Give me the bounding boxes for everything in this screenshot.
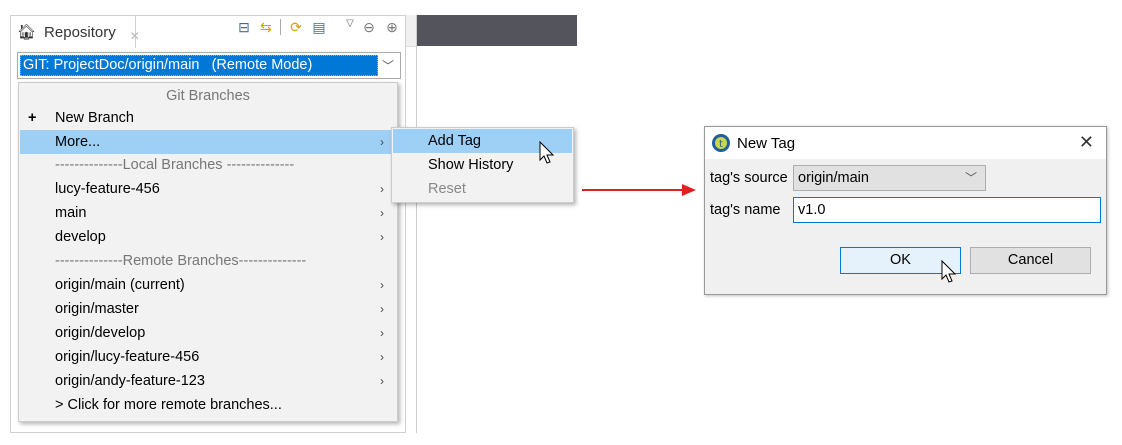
chevron-right-icon: › <box>380 302 384 316</box>
menu-item-label: origin/master <box>55 301 139 317</box>
branch-selector-value: GIT: ProjectDoc/origin/main (Remote Mode… <box>20 55 378 76</box>
separator-local-branches: --------------Local Branches -----------… <box>55 157 295 173</box>
menu-item-label: develop <box>55 229 106 245</box>
menu-item-branch[interactable]: origin/lucy-feature-456 › <box>20 345 396 369</box>
tag-source-value: origin/main <box>798 170 869 186</box>
svg-text:t: t <box>719 139 723 150</box>
chevron-right-icon: › <box>380 135 384 149</box>
chevron-right-icon: › <box>380 326 384 340</box>
menu-item-branch[interactable]: origin/develop › <box>20 321 396 345</box>
close-tab-icon[interactable]: ✕ <box>130 29 140 43</box>
menu-item-branch[interactable]: lucy-feature-456 › <box>20 177 396 201</box>
menu-item-label: origin/andy-feature-123 <box>55 373 205 389</box>
menu-item-branch[interactable]: origin/master › <box>20 297 396 321</box>
menu-item-label: lucy-feature-456 <box>55 181 160 197</box>
chevron-right-icon: › <box>380 230 384 244</box>
menu-item-more[interactable]: More... › <box>20 130 396 154</box>
branch-menu: Git Branches + New Branch More... › ------… <box>18 82 398 422</box>
new-tag-dialog: t New Tag ✕ tag's source origin/main ﹀ ta… <box>704 126 1107 295</box>
link-with-editor-icon[interactable]: ⇆ <box>257 19 275 36</box>
home-icon: 🏠︎ <box>17 24 37 41</box>
menu-item-label: origin/lucy-feature-456 <box>55 349 200 365</box>
filter-icon[interactable]: ▤ <box>310 19 328 36</box>
chevron-right-icon: › <box>380 350 384 364</box>
chevron-down-icon: ﹀ <box>964 171 977 185</box>
menu-item-branch[interactable]: main › <box>20 201 396 225</box>
tag-name-label: tag's name <box>710 202 781 218</box>
menu-item-label: origin/develop <box>55 325 146 341</box>
dialog-title: New Tag <box>737 134 796 152</box>
view-menu-icon[interactable]: ▽ <box>341 18 359 29</box>
tab-label: Repository <box>44 23 116 41</box>
editor-area <box>417 15 577 46</box>
tag-source-select[interactable]: origin/main ﹀ <box>793 165 986 191</box>
plus-icon: + <box>28 110 37 126</box>
chevron-right-icon: › <box>380 374 384 388</box>
tag-name-input[interactable] <box>793 197 1101 223</box>
close-icon[interactable]: ✕ <box>1079 132 1094 153</box>
dialog-title-bar: t New Tag ✕ <box>705 127 1106 159</box>
menu-item-reset: Reset <box>428 181 466 197</box>
menu-item-label: New Branch <box>55 110 134 126</box>
tab-repository[interactable]: 🏠︎ Repository ✕ <box>10 15 140 48</box>
chevron-right-icon: › <box>380 182 384 196</box>
arrow-icon <box>582 184 696 196</box>
chevron-down-icon: ﹀ <box>381 59 394 73</box>
menu-item-new-branch[interactable]: + New Branch <box>20 106 396 130</box>
divider <box>416 15 417 433</box>
maximize-icon[interactable]: ⊕ <box>383 19 401 36</box>
refresh-icon[interactable]: ⟳ <box>287 19 305 36</box>
menu-item-branch[interactable]: origin/main (current) › <box>20 273 396 297</box>
chevron-right-icon: › <box>380 278 384 292</box>
separator-remote-branches: --------------Remote Branches-----------… <box>55 253 307 269</box>
menu-item-label: More... <box>55 134 101 150</box>
app-logo-icon: t <box>712 134 730 152</box>
mouse-cursor-icon <box>539 140 555 164</box>
cancel-button[interactable]: Cancel <box>970 247 1091 274</box>
chevron-right-icon: › <box>380 206 384 220</box>
branch-selector[interactable]: GIT: ProjectDoc/origin/main (Remote Mode… <box>17 52 401 79</box>
minimize-icon[interactable]: ⊖ <box>360 19 378 36</box>
collapse-all-icon[interactable]: ⊟ <box>235 19 253 36</box>
menu-item-label: main <box>55 205 87 221</box>
menu-item-branch[interactable]: origin/andy-feature-123 › <box>20 369 396 393</box>
menu-item-more-remote-branches[interactable]: > Click for more remote branches... <box>20 393 396 417</box>
mouse-cursor-icon <box>941 259 957 283</box>
toolbar-divider <box>280 19 281 35</box>
menu-item-label: origin/main (current) <box>55 277 185 293</box>
menu-header: Git Branches <box>166 88 250 104</box>
menu-item-branch[interactable]: develop › <box>20 225 396 249</box>
tag-source-label: tag's source <box>710 170 788 186</box>
